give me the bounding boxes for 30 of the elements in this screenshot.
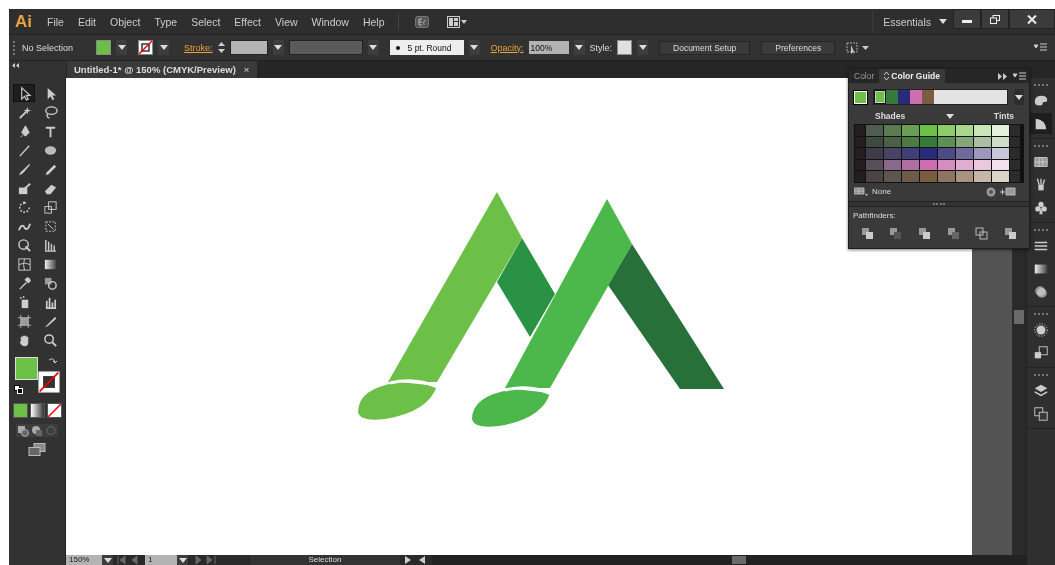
menu-item[interactable]: Object: [103, 15, 148, 28]
menu-item[interactable]: Window: [304, 15, 356, 28]
app-logo: Ai: [14, 11, 33, 32]
selection-status: No Selection: [22, 42, 74, 53]
panel-tab[interactable]: Color Guide: [879, 69, 945, 83]
toolbar-button[interactable]: Document Setup: [659, 40, 751, 55]
zoom-field[interactable]: 150%: [66, 555, 102, 565]
swatch-group-label: None: [872, 187, 892, 196]
tab-close-icon[interactable]: ×: [243, 64, 250, 75]
toolbar-button[interactable]: Preferences: [761, 40, 836, 55]
menu-item[interactable]: View: [268, 15, 305, 28]
brush-field[interactable]: 5 pt. Round: [389, 40, 464, 55]
document-tab[interactable]: Untitled-1* @ 150% (CMYK/Preview) ×: [67, 61, 258, 78]
current-tool-label[interactable]: Selection: [250, 555, 400, 565]
stroke-label[interactable]: Stroke:: [184, 42, 213, 53]
pathfinders-label: Pathfinders:: [852, 209, 897, 220]
tints-label: Tints: [993, 111, 1014, 121]
menu-item[interactable]: File: [40, 15, 71, 28]
menu-item[interactable]: Help: [355, 15, 392, 28]
shades-label: Shades: [875, 111, 906, 121]
panel-tab[interactable]: Color: [849, 69, 880, 83]
page-field[interactable]: 1: [145, 555, 177, 565]
menu-item[interactable]: Select: [184, 15, 228, 28]
opacity-field[interactable]: 100%: [528, 41, 569, 54]
menu-item[interactable]: Edit: [70, 15, 103, 28]
style-label: Style:: [589, 42, 613, 53]
menu-item[interactable]: Effect: [227, 15, 268, 28]
opacity-label[interactable]: Opacity:: [490, 42, 524, 53]
workspace-switcher[interactable]: Essentials: [883, 15, 931, 28]
menu-item[interactable]: Type: [147, 15, 185, 28]
